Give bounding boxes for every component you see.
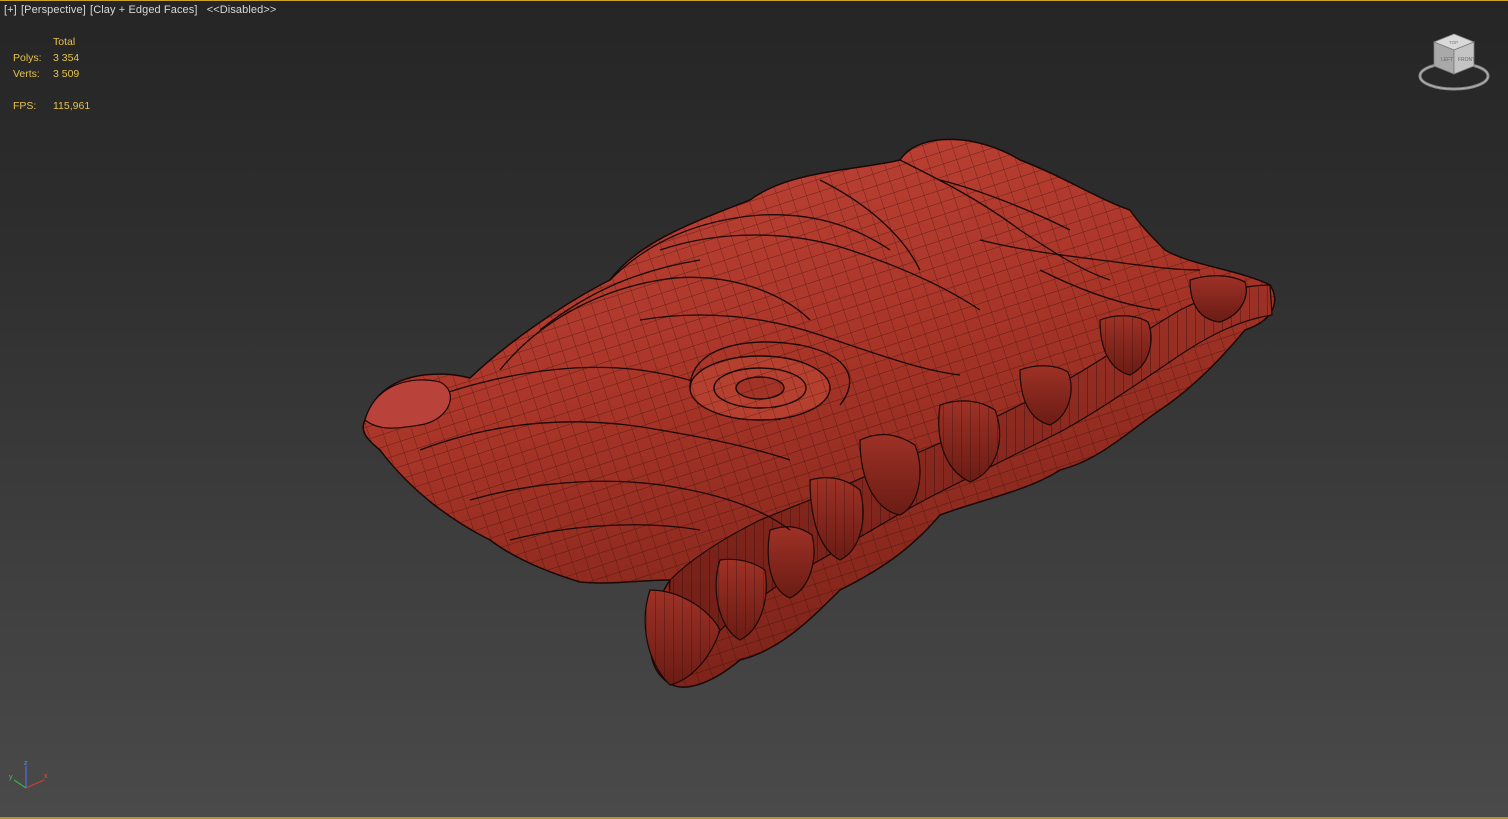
- viewcube-left-face: LEFT: [1441, 57, 1453, 63]
- viewport-state-menu[interactable]: <<Disabled>>: [207, 4, 277, 16]
- viewcube-top-face: TOP: [1449, 40, 1458, 45]
- viewport-plus-menu[interactable]: [+]: [4, 4, 17, 16]
- viewport-label-menu: [+] [Perspective] [Clay + Edged Faces] <…: [4, 4, 277, 16]
- viewport-shading-menu[interactable]: [Clay + Edged Faces]: [90, 4, 197, 16]
- axis-y-label: y: [9, 774, 13, 781]
- axis-x-label: x: [44, 773, 48, 780]
- viewcube-icon[interactable]: LEFT FRONT TOP: [1416, 30, 1492, 96]
- polys-label: Polys:: [13, 52, 42, 64]
- polys-value: 3 354: [53, 52, 80, 64]
- fps-label: FPS:: [13, 100, 37, 112]
- axis-tripod-icon: z x y: [9, 760, 48, 789]
- verts-value: 3 509: [53, 68, 80, 80]
- stats-total-header: Total: [53, 36, 76, 48]
- clay-model-relief[interactable]: [340, 120, 1290, 710]
- active-viewport-border: [0, 0, 1508, 1]
- viewcube-front-face: FRONT: [1458, 57, 1475, 63]
- perspective-viewport[interactable]: [+] [Perspective] [Clay + Edged Faces] <…: [0, 0, 1508, 819]
- fps-value: 115,961: [53, 100, 91, 112]
- verts-label: Verts:: [13, 68, 40, 80]
- axis-z-label: z: [24, 760, 28, 767]
- viewport-view-menu[interactable]: [Perspective]: [21, 4, 86, 16]
